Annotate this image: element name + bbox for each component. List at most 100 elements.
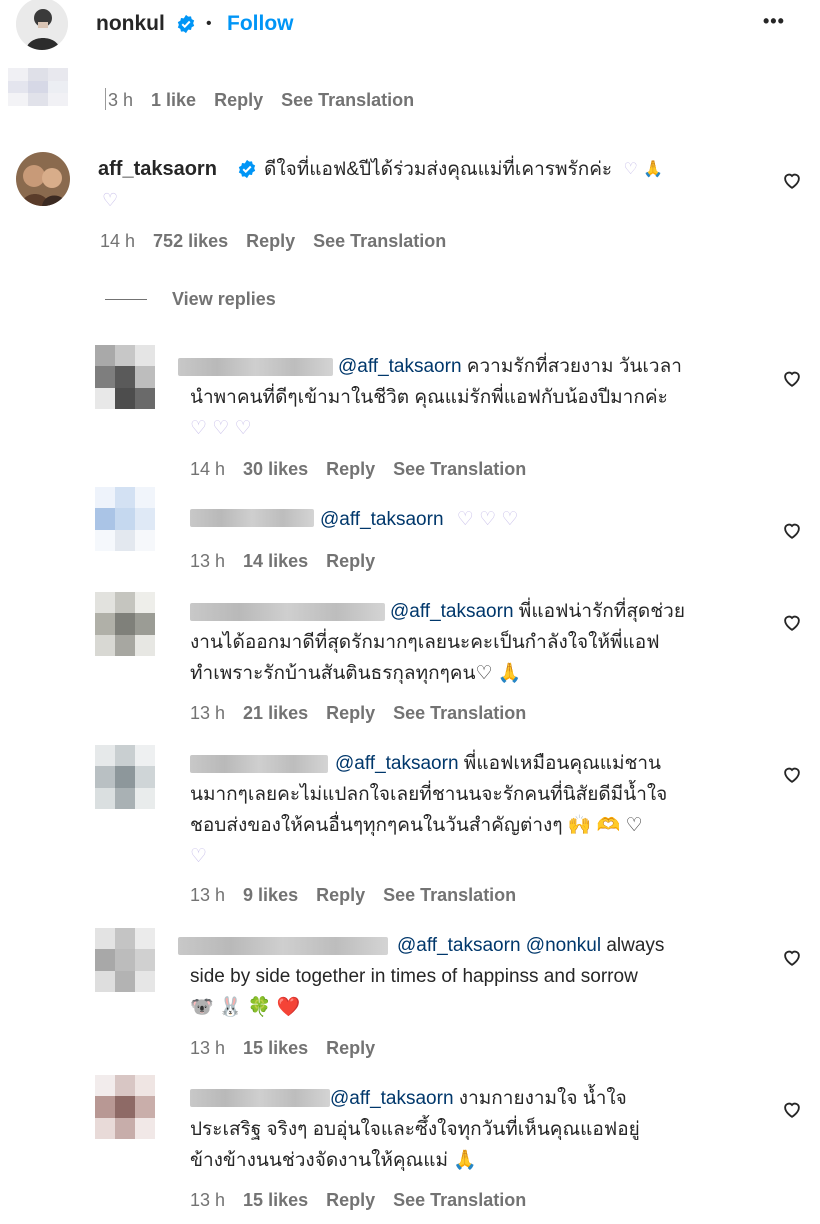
reply-body-line: พี่แอฟเหมือนคุณแม่ชาน: [463, 753, 662, 774]
reply-body-line: side by side together in times of happin…: [190, 966, 638, 987]
reply-body-line: นำพาคนที่ดีๆเข้ามาในชีวิต คุณแม่รักพี่แอ…: [190, 387, 668, 408]
reply-time: 14 h: [190, 459, 226, 479]
mention-link[interactable]: @aff_taksaorn: [330, 1088, 454, 1109]
see-translation-button[interactable]: See Translation: [383, 885, 516, 905]
follow-button[interactable]: Follow: [227, 12, 294, 36]
see-translation-button[interactable]: See Translation: [393, 459, 526, 479]
header-separator: •: [206, 15, 212, 32]
verified-badge-icon: [177, 14, 195, 34]
blurred-avatar: [95, 1075, 155, 1139]
reply-body-line: พี่แอฟน่ารักที่สุดช่วย: [518, 601, 685, 622]
purple-heart-emoji: ♡: [190, 846, 208, 867]
purple-heart-emojis: ♡ ♡ ♡: [456, 509, 519, 530]
reply-time: 13 h: [190, 1038, 226, 1058]
reply-body-line: งานได้ออกมาดีที่สุดรักมากๆเลยนะคะเป็นกำล…: [190, 632, 660, 653]
blurred-avatar: [95, 592, 155, 656]
reply-likes[interactable]: 14 likes: [243, 551, 308, 571]
reply-button[interactable]: Reply: [326, 703, 375, 723]
mention-link[interactable]: @aff_taksaorn: [320, 509, 444, 530]
avatar[interactable]: [16, 152, 70, 206]
avatar[interactable]: [16, 0, 68, 50]
comment-time: 3 h: [108, 90, 134, 110]
blurred-username: [190, 509, 314, 527]
like-heart-icon[interactable]: [781, 1098, 803, 1120]
verified-badge-icon: [238, 159, 256, 179]
reply-body-line: งามกายงามใจ น้ำใจ: [458, 1088, 627, 1109]
comment-meta: 3 h 1 like Reply See Translation: [108, 90, 432, 111]
comment-text: ดีใจที่แอฟ&ปีได้ร่วมส่งคุณแม่ที่เคารพรัก…: [264, 154, 663, 185]
praying-hands-emoji: 🙏: [643, 161, 663, 179]
comment-meta: 14 h 752 likes Reply See Translation: [100, 231, 464, 252]
mention-link[interactable]: @aff_taksaorn: [390, 601, 514, 622]
reply-meta: 13 h 21 likes Reply See Translation: [190, 703, 544, 724]
reply-body-line: ชอบส่งของให้คนอื่นๆทุกๆคนในวันสำคัญต่างๆ…: [190, 815, 643, 836]
see-translation-button[interactable]: See Translation: [393, 1190, 526, 1210]
reply-body-line: ข้างข้างนนช่วงจัดงานให้คุณแม่ 🙏: [190, 1150, 477, 1171]
blurred-avatar: [95, 345, 155, 409]
replies-divider: [105, 299, 147, 300]
reply-likes[interactable]: 30 likes: [243, 459, 308, 479]
profile-photo-icon: [16, 152, 70, 206]
post-header: nonkul • Follow •••: [0, 0, 820, 50]
post-author-username[interactable]: nonkul: [96, 12, 165, 36]
mention-link[interactable]: @aff_taksaorn @nonkul: [397, 935, 601, 956]
reply-likes[interactable]: 21 likes: [243, 703, 308, 723]
comment-likes[interactable]: 752 likes: [153, 231, 228, 251]
like-heart-icon[interactable]: [781, 946, 803, 968]
reply-button[interactable]: Reply: [214, 90, 263, 110]
profile-photo-icon: [16, 0, 68, 50]
reply-text: @aff_taksaorn ความรักที่สวยงาม วันเวลา น…: [190, 351, 760, 444]
more-options-icon[interactable]: •••: [763, 11, 785, 32]
blurred-avatar: [95, 487, 155, 551]
purple-heart-emoji: ♡: [623, 161, 638, 179]
reply-text: @aff_taksaorn พี่แอฟเหมือนคุณแม่ชาน นมาก…: [190, 748, 760, 872]
blurred-avatar: [95, 928, 155, 992]
reply-button[interactable]: Reply: [326, 459, 375, 479]
reply-body-line: ประเสริฐ จริงๆ อบอุ่นใจและซึ้งใจทุกวันที…: [190, 1119, 640, 1140]
reply-time: 13 h: [190, 1190, 226, 1210]
see-translation-button[interactable]: See Translation: [313, 231, 446, 251]
blurred-avatar: [95, 745, 155, 809]
reply-button[interactable]: Reply: [326, 1038, 375, 1058]
purple-heart-emojis: ♡ ♡ ♡: [190, 418, 252, 439]
reply-meta: 14 h 30 likes Reply See Translation: [190, 459, 544, 480]
reply-likes[interactable]: 9 likes: [243, 885, 298, 905]
comment-username[interactable]: aff_taksaorn: [98, 158, 217, 181]
reply-meta: 13 h 14 likes Reply: [190, 551, 393, 572]
mention-link[interactable]: @aff_taksaorn: [335, 753, 459, 774]
reply-likes[interactable]: 15 likes: [243, 1190, 308, 1210]
reply-meta: 13 h 9 likes Reply See Translation: [190, 885, 534, 906]
reply-time: 13 h: [190, 551, 226, 571]
reply-body-line: ทำเพราะรักบ้านสันตินธรกุลทุกๆคน♡ 🙏: [190, 663, 522, 684]
like-heart-icon[interactable]: [781, 763, 803, 785]
comment-time: 14 h: [100, 231, 136, 251]
reply-body-line: ความรักที่สวยงาม วันเวลา: [466, 356, 682, 377]
reply-text: @aff_taksaorn ♡ ♡ ♡: [320, 504, 518, 535]
blurred-avatar: [8, 68, 68, 106]
reply-text: @aff_taksaorn พี่แอฟน่ารักที่สุดช่วย งาน…: [190, 596, 760, 689]
reply-button[interactable]: Reply: [326, 1190, 375, 1210]
reply-emojis: 🐨 🐰 🍀 ❤️: [190, 997, 301, 1018]
reply-button[interactable]: Reply: [326, 551, 375, 571]
reply-body-line: always: [606, 935, 665, 956]
see-translation-button[interactable]: See Translation: [281, 90, 414, 110]
reply-text: @aff_taksaorn งามกายงามใจ น้ำใจ ประเสริฐ…: [190, 1083, 760, 1176]
reply-time: 13 h: [190, 885, 226, 905]
reply-button[interactable]: Reply: [316, 885, 365, 905]
reply-likes[interactable]: 15 likes: [243, 1038, 308, 1058]
view-replies-button[interactable]: View replies: [172, 289, 276, 310]
like-heart-icon[interactable]: [781, 519, 803, 541]
reply-meta: 13 h 15 likes Reply See Translation: [190, 1190, 544, 1211]
cursor-mark: [105, 88, 106, 110]
comment-likes[interactable]: 1 like: [151, 90, 196, 110]
comment-body: ดีใจที่แอฟ&ปีได้ร่วมส่งคุณแม่ที่เคารพรัก…: [264, 159, 613, 180]
mention-link[interactable]: @aff_taksaorn: [338, 356, 462, 377]
reply-time: 13 h: [190, 703, 226, 723]
reply-meta: 13 h 15 likes Reply: [190, 1038, 393, 1059]
reply-body-line: นมากๆเลยคะไม่แปลกใจเลยที่ชานนจะรักคนที่น…: [190, 784, 668, 805]
like-heart-icon[interactable]: [781, 367, 803, 389]
like-heart-icon[interactable]: [781, 611, 803, 633]
like-heart-icon[interactable]: [781, 169, 803, 191]
see-translation-button[interactable]: See Translation: [393, 703, 526, 723]
reply-button[interactable]: Reply: [246, 231, 295, 251]
